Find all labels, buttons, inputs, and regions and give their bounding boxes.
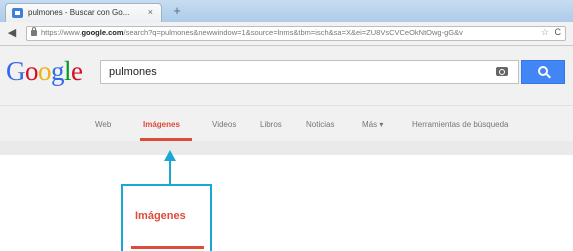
star-icon[interactable]: ☆ (541, 27, 549, 38)
favicon-icon (12, 8, 23, 18)
url-path: /search?q=pulmones&newwindow=1&source=ln… (123, 28, 463, 37)
nav-item-videos[interactable]: Videos (212, 120, 236, 129)
url-prefix: https://www. (41, 28, 82, 37)
google-header: Google pulmones (0, 46, 573, 106)
search-query: pulmones (109, 66, 157, 78)
logo-letter: o (38, 56, 52, 86)
logo-letter: G (6, 56, 26, 86)
url-domain: google.com (81, 28, 124, 37)
logo-letter: o (25, 56, 39, 86)
browser-tab[interactable]: pulmones - Buscar con Go... × (5, 3, 162, 22)
tab-title: pulmones - Buscar con Go... (28, 8, 130, 17)
nav-item-imagenes[interactable]: Imágenes (143, 120, 180, 129)
address-bar: ◀ https://www.google.com/search?q=pulmon… (0, 22, 573, 46)
search-input[interactable]: pulmones (100, 60, 519, 84)
google-logo[interactable]: Google (6, 56, 83, 86)
results-divider (0, 141, 573, 155)
nav-item-herramientas[interactable]: Herramientas de búsqueda (412, 120, 509, 129)
lock-icon (31, 27, 37, 36)
search-nav: Web Imágenes Videos Libros Noticias Más … (0, 106, 573, 141)
url-text: https://www.google.com/search?q=pulmones… (41, 28, 463, 37)
nav-item-noticias[interactable]: Noticias (306, 120, 334, 129)
nav-item-libros[interactable]: Libros (260, 120, 282, 129)
callout-box: Imágenes (121, 184, 212, 251)
search-button[interactable] (521, 60, 565, 84)
url-field[interactable]: https://www.google.com/search?q=pulmones… (26, 26, 566, 41)
logo-letter: g (51, 56, 65, 86)
reload-icon[interactable]: C (555, 27, 562, 37)
back-button[interactable]: ◀ (4, 25, 20, 41)
callout-underline (131, 246, 204, 249)
callout-label: Imágenes (135, 210, 186, 222)
nav-item-mas[interactable]: Más ▾ (362, 120, 383, 129)
logo-letter: l (64, 56, 72, 86)
logo-letter: e (71, 56, 83, 86)
magnifier-icon (538, 66, 548, 76)
tab-close-button[interactable]: × (148, 7, 153, 17)
callout-arrow-line (169, 160, 171, 184)
nav-item-web[interactable]: Web (95, 120, 111, 129)
camera-icon[interactable] (496, 67, 508, 76)
new-tab-button[interactable]: + (168, 4, 186, 18)
browser-tab-strip: pulmones - Buscar con Go... × + (0, 0, 573, 22)
